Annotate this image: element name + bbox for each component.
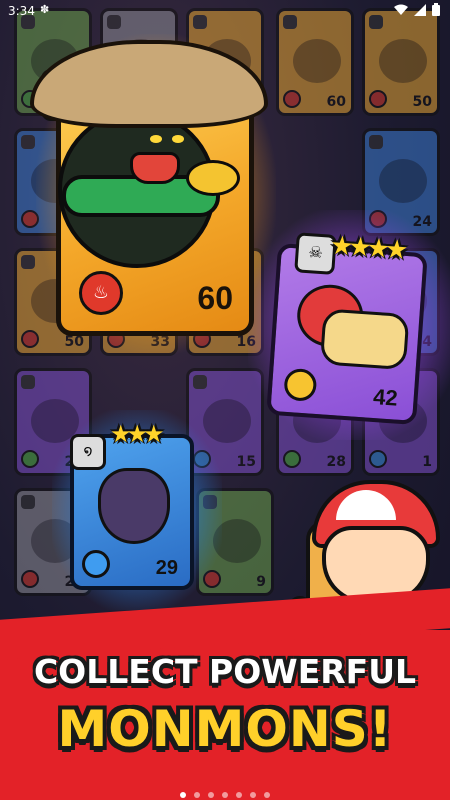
page-dot[interactable] <box>264 792 270 798</box>
signal-icon <box>414 3 426 19</box>
status-bar: 3:34 ✽ <box>0 0 450 22</box>
fire-icon <box>21 570 39 588</box>
card-stars: ★★★ <box>110 420 165 448</box>
lightning-icon <box>283 367 318 402</box>
headline-line-1: COLLECT POWERFUL <box>33 652 417 691</box>
role-icon <box>369 135 383 149</box>
page-dot[interactable] <box>180 792 186 798</box>
monster-silhouette <box>293 39 341 83</box>
card-power: 28 <box>326 454 346 470</box>
page-dot[interactable] <box>194 792 200 798</box>
status-icons <box>394 3 440 19</box>
featured-card-purple: ☠ ★★★★ 42 <box>266 231 428 426</box>
role-icon <box>193 375 207 389</box>
card-power: 50 <box>412 94 432 110</box>
screenshot-page: 3:34 ✽ 5060606050502450331642815281259 Ψ… <box>0 0 450 800</box>
card-power: 42 <box>372 384 399 411</box>
card-power: 15 <box>236 454 256 470</box>
leaf-icon <box>21 450 39 468</box>
page-dot[interactable] <box>236 792 242 798</box>
page-dot[interactable] <box>208 792 214 798</box>
role-icon <box>21 375 35 389</box>
fire-icon: ♨ <box>79 271 123 315</box>
card-power: 1 <box>422 454 432 470</box>
wind-icon: ໑ <box>70 434 106 470</box>
page-dot[interactable] <box>222 792 228 798</box>
status-time: 3:34 <box>8 4 35 18</box>
card-power: 60 <box>326 94 346 110</box>
headline-line-2: MONMONS! <box>57 700 393 758</box>
monster-silhouette <box>379 39 427 83</box>
fire-icon <box>369 90 387 108</box>
role-icon <box>21 135 35 149</box>
role-icon <box>21 255 35 269</box>
battery-icon <box>432 3 440 19</box>
card-power: 29 <box>155 557 178 579</box>
water-drop-icon <box>82 550 110 578</box>
whistle <box>186 160 240 196</box>
monster-eye <box>150 135 162 143</box>
wifi-icon <box>394 4 408 19</box>
card-stars: ★★★★ <box>329 230 405 266</box>
leaf-icon <box>283 450 301 468</box>
background-card: 60 <box>276 8 354 116</box>
monster-eye <box>172 135 184 143</box>
page-dot[interactable] <box>250 792 256 798</box>
featured-card-blue: ໑ ★★★ 29 <box>70 420 194 590</box>
monster-mouth <box>130 152 180 184</box>
water-icon <box>369 450 387 468</box>
wizard-monster <box>98 468 170 544</box>
background-card: 50 <box>362 8 440 116</box>
fire-icon <box>283 90 301 108</box>
role-icon <box>21 495 35 509</box>
snail-monster-body <box>319 308 410 371</box>
monster-silhouette <box>379 159 427 203</box>
android-bug-icon: ✽ <box>40 3 50 16</box>
card-power: 9 <box>256 574 266 590</box>
page-indicator <box>0 783 450 800</box>
card-power: 60 <box>197 280 233 316</box>
